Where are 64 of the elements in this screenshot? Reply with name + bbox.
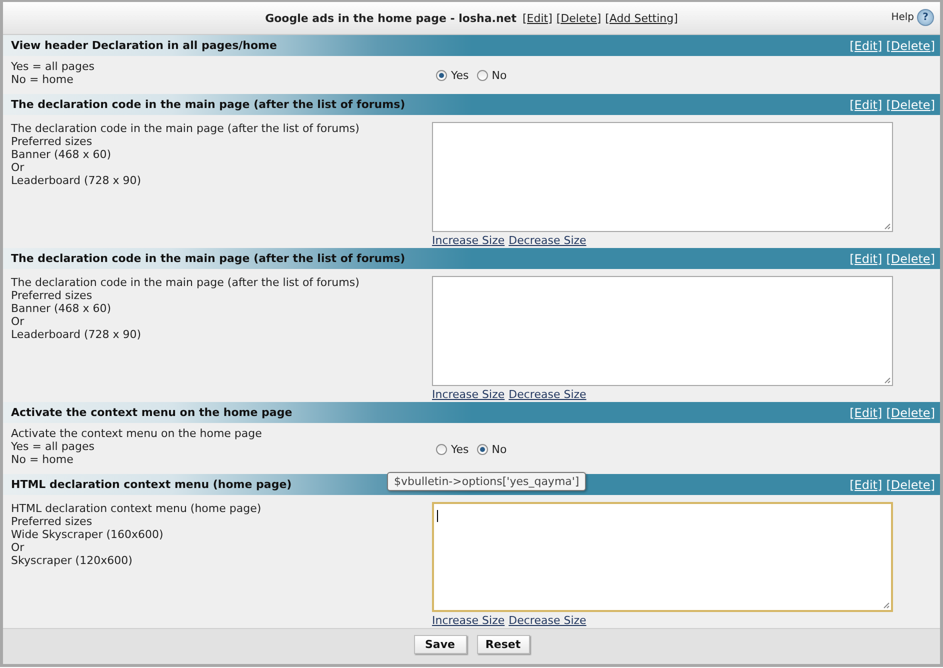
description-text: Banner (468 x 60) — [11, 302, 112, 315]
form-button[interactable]: Reset — [476, 635, 530, 654]
section-heading: Activate the context menu on the home page — [11, 406, 292, 419]
resize-grip-icon[interactable] — [883, 222, 891, 230]
form-button[interactable]: Save — [414, 635, 466, 654]
resize-grip-icon[interactable] — [883, 376, 891, 384]
heading-link[interactable]: [Edit] — [850, 98, 882, 112]
heading-link[interactable]: [Delete] — [886, 406, 935, 420]
heading-link[interactable]: [Delete] — [886, 38, 935, 52]
heading-link[interactable]: [Edit] — [850, 252, 882, 266]
description-text: Activate the context menu on the home page — [11, 427, 263, 440]
heading-link[interactable]: [Delete] — [886, 478, 935, 492]
text-area[interactable] — [432, 502, 893, 612]
size-link[interactable]: Decrease Size — [508, 388, 586, 401]
radio-label: No — [492, 69, 507, 82]
description-text: Banner (468 x 60) — [11, 148, 112, 161]
description-text: The declaration code in the main page (after the list of forums) — [11, 122, 360, 135]
description-text: No = home — [11, 73, 74, 86]
heading-link[interactable]: [Delete] — [886, 98, 935, 112]
section-heading: The declaration code in the main page (after the list of forums) — [11, 98, 406, 111]
radio-label: No — [492, 442, 507, 456]
section-heading: The declaration code in the main page (after the list of forums) — [11, 252, 406, 265]
page-title: Google ads in the home page - losha.net — [265, 12, 517, 24]
description-text: No = home — [11, 453, 74, 466]
description-text: Preferred sizes — [11, 289, 94, 302]
tooltip: $vbulletin->options['yes_qayma'] — [387, 472, 586, 491]
description-text: HTML declaration context menu (home page) — [11, 502, 262, 515]
radio-label: Yes — [451, 69, 469, 82]
size-link[interactable]: Increase Size — [432, 614, 505, 627]
description-text: Or — [11, 161, 26, 174]
section-heading: HTML declaration context menu (home page) — [11, 478, 292, 491]
description-text: Preferred sizes — [11, 515, 94, 528]
radio-button[interactable] — [436, 444, 447, 454]
description-text: Yes = all pages — [11, 60, 96, 73]
description-text: Preferred sizes — [11, 135, 94, 148]
radio-button[interactable] — [476, 70, 488, 81]
text-area[interactable] — [432, 122, 893, 232]
header-link[interactable]: [Delete] — [556, 12, 602, 24]
help-icon[interactable]: ? — [917, 9, 934, 26]
radio-button[interactable] — [436, 70, 447, 81]
help-label: Help — [891, 12, 914, 23]
description-text: Or — [11, 315, 26, 328]
heading-link[interactable]: [Delete] — [886, 252, 935, 266]
text-area[interactable] — [432, 276, 893, 386]
size-link[interactable]: Increase Size — [432, 234, 505, 247]
description-text: Leaderboard (728 x 90) — [11, 174, 142, 187]
resize-grip-icon[interactable] — [882, 601, 890, 609]
description-text: The declaration code in the main page (after the list of forums) — [11, 276, 360, 289]
description-text: Skyscraper (120x600) — [11, 554, 134, 567]
heading-link[interactable]: [Edit] — [850, 38, 882, 52]
radio-label: Yes — [451, 442, 469, 456]
heading-link[interactable]: [Edit] — [850, 478, 882, 492]
description-text: Leaderboard (728 x 90) — [11, 328, 142, 341]
description-text: Or — [11, 541, 26, 554]
heading-link[interactable]: [Edit] — [850, 406, 882, 420]
radio-button[interactable] — [476, 444, 488, 454]
description-text: Yes = all pages — [11, 440, 96, 453]
description-text: Wide Skyscraper (160x600) — [11, 528, 164, 541]
size-link[interactable]: Decrease Size — [508, 234, 586, 247]
size-link[interactable]: Increase Size — [432, 388, 505, 401]
size-link[interactable]: Decrease Size — [508, 614, 586, 627]
header-link[interactable]: [Add Setting] — [605, 12, 678, 24]
section-heading: View header Declaration in all pages/home — [11, 39, 277, 52]
header-link[interactable]: [Edit] — [522, 12, 552, 24]
